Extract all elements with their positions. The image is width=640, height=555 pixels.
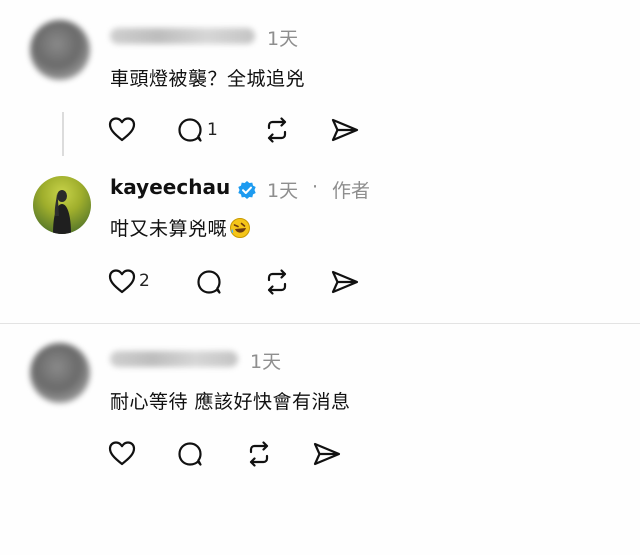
repost-icon xyxy=(267,269,287,295)
username-redacted[interactable] xyxy=(110,351,238,367)
heart-icon xyxy=(108,269,136,294)
like-button[interactable]: 2 xyxy=(108,268,150,294)
author-tag: 作者 xyxy=(332,180,371,202)
rolling-laughing-emoji-icon xyxy=(230,218,251,238)
timestamp: 1天 xyxy=(267,28,299,50)
repost-button[interactable] xyxy=(244,440,274,468)
username-redacted[interactable] xyxy=(110,28,255,44)
reply-count: 1 xyxy=(207,120,218,140)
send-icon xyxy=(331,118,359,142)
thread-line xyxy=(62,112,64,156)
repost-icon xyxy=(249,441,269,467)
divider xyxy=(0,323,640,324)
reply-button[interactable]: 1 xyxy=(176,116,218,144)
meta-separator: · xyxy=(312,176,319,198)
avatar[interactable] xyxy=(30,20,90,80)
send-icon xyxy=(331,270,359,294)
share-button[interactable] xyxy=(330,117,360,143)
repost-icon xyxy=(267,117,287,143)
heart-icon xyxy=(108,441,136,466)
like-button[interactable] xyxy=(108,116,136,142)
person-silhouette xyxy=(53,190,71,234)
avatar[interactable] xyxy=(30,343,90,403)
heart-icon xyxy=(108,117,136,142)
share-button[interactable] xyxy=(330,269,360,295)
comment-icon xyxy=(178,442,202,466)
avatar[interactable] xyxy=(33,176,91,234)
repost-button[interactable] xyxy=(262,116,292,144)
comment-icon xyxy=(197,270,221,294)
like-count: 2 xyxy=(139,271,150,291)
reply-button[interactable] xyxy=(195,268,223,296)
comment-icon xyxy=(178,118,202,142)
comment-text: 咁又未算兇嘅 xyxy=(110,214,251,241)
comment-text-content: 咁又未算兇嘅 xyxy=(110,218,228,240)
timestamp: 1天 xyxy=(267,180,299,202)
reply-button[interactable] xyxy=(176,440,204,468)
send-icon xyxy=(313,442,341,466)
verified-badge-icon xyxy=(238,181,256,199)
comment-text: 耐心等待 應該好快會有消息 xyxy=(110,391,351,413)
share-button[interactable] xyxy=(312,441,342,467)
timestamp: 1天 xyxy=(250,351,282,373)
repost-button[interactable] xyxy=(262,268,292,296)
like-button[interactable] xyxy=(108,440,136,466)
comment-text: 車頭燈被襲？全城追兇 xyxy=(110,68,306,90)
username[interactable]: kayeechau xyxy=(110,175,230,199)
